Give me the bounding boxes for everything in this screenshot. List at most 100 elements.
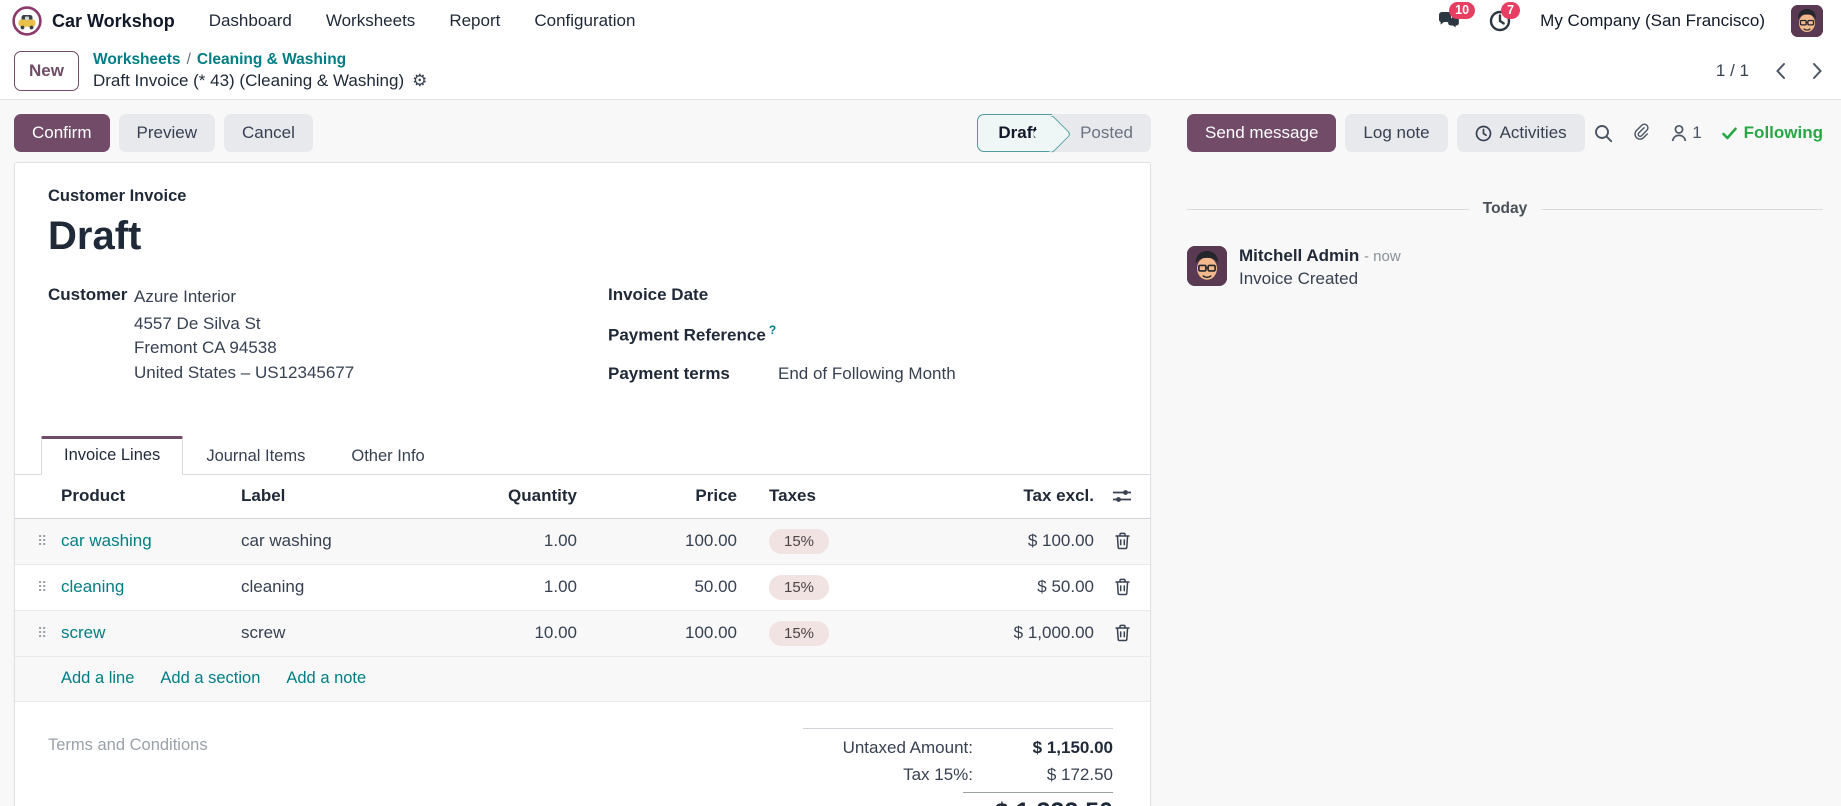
price-cell[interactable]: 50.00	[577, 577, 737, 597]
product-cell[interactable]: cleaning	[61, 577, 241, 597]
main-menu: Dashboard Worksheets Report Configuratio…	[209, 11, 636, 31]
payment-reference-label: Payment Reference?	[608, 323, 778, 346]
activities-button-top[interactable]: 7	[1488, 9, 1514, 33]
top-navbar: Car Workshop Dashboard Worksheets Report…	[0, 0, 1841, 42]
today-divider: Today	[1187, 200, 1823, 218]
label-cell[interactable]: cleaning	[241, 577, 437, 597]
product-cell[interactable]: car washing	[61, 531, 241, 551]
customer-label: Customer	[48, 285, 134, 402]
breadcrumb-bar: New Worksheets / Cleaning & Washing Draft …	[0, 42, 1841, 100]
breadcrumb: Worksheets / Cleaning & Washing Draft Invo…	[93, 50, 427, 91]
quantity-cell[interactable]: 1.00	[437, 531, 577, 551]
total-value: $ 1,322.50	[963, 792, 1113, 806]
col-header-product[interactable]: Product	[61, 486, 241, 506]
table-header-row: Product Label Quantity Price Taxes Tax e…	[15, 475, 1150, 519]
log-note-button[interactable]: Log note	[1345, 114, 1447, 152]
customer-address-line: United States – US12345677	[134, 361, 354, 386]
tax-badge[interactable]: 15%	[769, 575, 829, 600]
label-cell[interactable]: car washing	[241, 531, 437, 551]
price-cell[interactable]: 100.00	[577, 531, 737, 551]
app-name[interactable]: Car Workshop	[52, 11, 175, 32]
col-header-subtotal[interactable]: Tax excl.	[889, 486, 1094, 506]
page-title: Draft Invoice (* 43) (Cleaning & Washing…	[93, 70, 404, 91]
tab-journal-items[interactable]: Journal Items	[183, 436, 328, 475]
breadcrumb-separator: /	[187, 51, 191, 68]
message-timestamp: - now	[1364, 248, 1401, 265]
drag-handle-icon[interactable]: ⠿	[15, 579, 61, 596]
trash-icon[interactable]	[1114, 578, 1131, 596]
add-a-line-link[interactable]: Add a line	[61, 669, 134, 688]
tax-badge[interactable]: 15%	[769, 621, 829, 646]
status-draft[interactable]: Draft	[977, 114, 1052, 152]
new-button[interactable]: New	[14, 51, 79, 91]
col-header-taxes[interactable]: Taxes	[737, 486, 889, 506]
invoice-line-row[interactable]: ⠿ cleaning cleaning 1.00 50.00 15% $ 50.…	[15, 565, 1150, 611]
terms-and-conditions-placeholder[interactable]: Terms and Conditions	[48, 728, 208, 806]
messages-button[interactable]: 10	[1436, 9, 1462, 33]
confirm-button[interactable]: Confirm	[14, 114, 110, 152]
user-avatar[interactable]	[1791, 5, 1823, 37]
customer-address-line: 4557 De Silva St	[134, 312, 354, 337]
paperclip-icon[interactable]	[1633, 123, 1651, 143]
menu-configuration[interactable]: Configuration	[534, 11, 635, 31]
menu-worksheets[interactable]: Worksheets	[326, 11, 415, 31]
gear-icon[interactable]: ⚙	[412, 70, 427, 91]
search-icon[interactable]	[1594, 124, 1613, 143]
product-cell[interactable]: screw	[61, 623, 241, 643]
check-icon	[1722, 127, 1737, 140]
tax-label: Tax 15%:	[903, 765, 973, 785]
user-avatar-face	[1791, 5, 1823, 37]
help-icon[interactable]: ?	[769, 323, 776, 337]
tab-other-info[interactable]: Other Info	[328, 436, 447, 475]
followers-button[interactable]: 1	[1671, 123, 1701, 143]
menu-dashboard[interactable]: Dashboard	[209, 11, 292, 31]
pager-prev-icon[interactable]	[1775, 62, 1786, 80]
drag-handle-icon[interactable]: ⠿	[15, 533, 61, 550]
pager-next-icon[interactable]	[1812, 62, 1823, 80]
breadcrumb-cleaning-link[interactable]: Cleaning & Washing	[197, 51, 346, 68]
invoice-line-row[interactable]: ⠿ car washing car washing 1.00 100.00 15…	[15, 519, 1150, 565]
optional-columns-icon[interactable]	[1112, 488, 1132, 504]
add-a-section-link[interactable]: Add a section	[160, 669, 260, 688]
payment-terms-label: Payment terms	[608, 364, 778, 384]
col-header-price[interactable]: Price	[577, 486, 737, 506]
quantity-cell[interactable]: 1.00	[437, 577, 577, 597]
chatter-message: Mitchell Admin - now Invoice Created	[1187, 246, 1823, 289]
tax-badge[interactable]: 15%	[769, 529, 829, 554]
price-cell[interactable]: 100.00	[577, 623, 737, 643]
add-a-note-link[interactable]: Add a note	[286, 669, 366, 688]
payment-terms-field[interactable]: End of Following Month	[778, 364, 956, 384]
trash-icon[interactable]	[1114, 624, 1131, 642]
col-header-quantity[interactable]: Quantity	[437, 486, 577, 506]
send-message-button[interactable]: Send message	[1187, 114, 1336, 152]
invoice-date-label: Invoice Date	[608, 285, 778, 305]
customer-name[interactable]: Azure Interior	[134, 285, 354, 310]
app-logo-icon[interactable]	[12, 6, 42, 36]
breadcrumb-worksheets-link[interactable]: Worksheets	[93, 51, 181, 68]
invoice-lines-table: Product Label Quantity Price Taxes Tax e…	[15, 475, 1150, 702]
activities-button[interactable]: Activities	[1457, 114, 1585, 152]
activity-clock-icon	[1475, 125, 1492, 142]
label-cell[interactable]: screw	[241, 623, 437, 643]
col-header-label[interactable]: Label	[241, 486, 437, 506]
invoice-state-heading: Draft	[48, 214, 1117, 259]
cancel-button[interactable]: Cancel	[224, 114, 313, 152]
message-author-face	[1187, 246, 1227, 286]
customer-address-line: Fremont CA 94538	[134, 336, 354, 361]
message-author-avatar[interactable]	[1187, 246, 1227, 286]
tab-invoice-lines[interactable]: Invoice Lines	[41, 436, 183, 475]
menu-report[interactable]: Report	[449, 11, 500, 31]
preview-button[interactable]: Preview	[119, 114, 215, 152]
followers-icon	[1671, 124, 1687, 142]
company-switcher[interactable]: My Company (San Francisco)	[1540, 11, 1765, 31]
followers-count: 1	[1692, 123, 1701, 143]
invoice-form-sheet: Customer Invoice Draft Customer Azure In…	[14, 162, 1151, 806]
invoice-line-row[interactable]: ⠿ screw screw 10.00 100.00 15% $ 1,000.0…	[15, 611, 1150, 657]
quantity-cell[interactable]: 10.00	[437, 623, 577, 643]
trash-icon[interactable]	[1114, 532, 1131, 550]
table-footer-links: Add a line Add a section Add a note	[15, 657, 1150, 702]
drag-handle-icon[interactable]: ⠿	[15, 625, 61, 642]
following-button[interactable]: Following	[1722, 123, 1823, 143]
chatter-panel: Send message Log note Activities 1 Follo…	[1165, 100, 1841, 806]
message-author[interactable]: Mitchell Admin	[1239, 246, 1359, 265]
